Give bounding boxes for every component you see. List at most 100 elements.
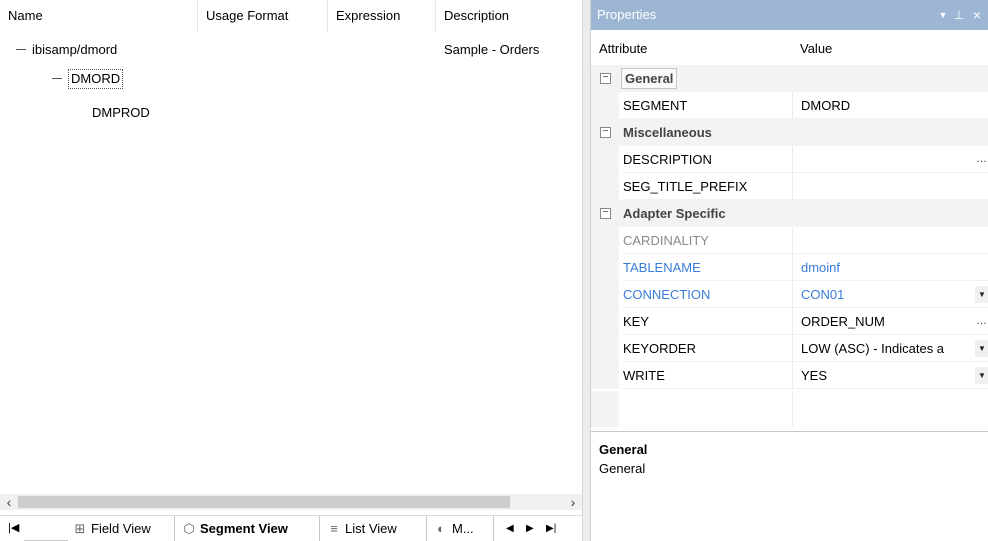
property-row-seg-title-prefix[interactable]: SEG_TITLE_PREFIX — [591, 173, 988, 200]
list-icon: ≡ — [330, 521, 338, 536]
category-adapter-specific[interactable]: − Adapter Specific — [591, 200, 988, 227]
property-value[interactable]: ORDER_NUM … — [792, 308, 988, 335]
column-header-description[interactable]: Description — [436, 0, 582, 32]
property-value[interactable]: dmoinf — [792, 254, 988, 281]
circle-half-icon: ◐ — [437, 521, 445, 536]
category-miscellaneous-label: Miscellaneous — [623, 125, 712, 140]
pane-splitter[interactable] — [582, 0, 590, 541]
category-general[interactable]: − General — [591, 65, 988, 92]
tree-node-segment[interactable]: DMORD — [52, 68, 124, 90]
scroll-right-arrow-icon[interactable]: › — [566, 494, 580, 510]
category-miscellaneous[interactable]: − Miscellaneous — [591, 119, 988, 146]
properties-title-bar: Properties ▼ ⊥ × — [591, 0, 988, 30]
property-value[interactable] — [792, 227, 988, 254]
collapse-icon[interactable]: − — [600, 208, 611, 219]
scrollbar-thumb[interactable] — [18, 496, 510, 508]
property-value[interactable] — [792, 173, 988, 200]
horizontal-scrollbar[interactable]: ‹ › — [0, 494, 582, 510]
hierarchy-icon: ⊞ — [74, 521, 86, 536]
property-row-description[interactable]: DESCRIPTION … — [591, 146, 988, 173]
property-row-write[interactable]: WRITE YES ▼ — [591, 362, 988, 389]
property-row-key[interactable]: KEY ORDER_NUM … — [591, 308, 988, 335]
tree-node-child-label: DMPROD — [92, 105, 150, 120]
dropdown-arrow-icon[interactable]: ▼ — [975, 367, 988, 384]
property-name: SEG_TITLE_PREFIX — [623, 173, 793, 200]
row-gutter — [591, 227, 619, 254]
tab-field-view-label: Field View — [91, 521, 151, 536]
column-header-expression[interactable]: Expression — [328, 0, 436, 32]
view-tab-strip: |◀ ⊞ Field View ⬡ Segment View ≡ List View … — [0, 515, 582, 541]
tab-m-label: M... — [452, 521, 474, 536]
category-general-label: General — [621, 68, 678, 89]
scroll-left-arrow-icon[interactable]: ‹ — [2, 494, 16, 510]
last-tab-icon[interactable]: ▶| — [540, 516, 558, 541]
property-row-segment[interactable]: SEGMENT DMORD — [591, 92, 988, 119]
collapse-dash-icon[interactable] — [52, 78, 62, 80]
tree-node-segment-label: DMORD — [68, 69, 124, 89]
properties-title: Properties — [597, 7, 657, 22]
property-value-text: LOW (ASC) - Indicates a — [801, 341, 945, 356]
collapse-icon[interactable]: − — [600, 127, 611, 138]
tab-field-view[interactable]: ⊞ Field View — [66, 516, 174, 541]
tab-divider — [24, 516, 68, 541]
segment-tree-pane: Name Usage Format Expression Description… — [0, 0, 582, 541]
ellipsis-button[interactable]: … — [976, 308, 987, 334]
property-value-text: ORDER_NUM — [801, 314, 885, 329]
property-row-connection[interactable]: CONNECTION CON01 ▼ — [591, 281, 988, 308]
property-row-tablename[interactable]: TABLENAME dmoinf — [591, 254, 988, 281]
tab-segment-view[interactable]: ⬡ Segment View — [174, 516, 320, 541]
property-value-text: CON01 — [801, 287, 845, 302]
tree-node-root-description: Sample - Orders — [444, 42, 540, 57]
property-value[interactable]: DMORD — [792, 92, 988, 119]
collapse-icon[interactable]: − — [600, 73, 611, 84]
attribute-column-header[interactable]: Attribute — [599, 34, 647, 64]
tree-node-root[interactable]: ibisamp/dmord — [16, 39, 117, 61]
row-gutter — [591, 335, 619, 362]
tree-node-root-label: ibisamp/dmord — [32, 42, 118, 57]
value-column-header[interactable]: Value — [800, 34, 832, 64]
next-tab-icon[interactable]: ▶ — [520, 516, 536, 541]
property-name: KEYORDER — [623, 335, 793, 362]
property-value-text: YES — [801, 368, 828, 383]
property-grid-empty-area — [591, 391, 988, 427]
property-value[interactable]: CON01 ▼ — [792, 281, 988, 308]
ellipsis-button[interactable]: … — [976, 146, 987, 172]
tab-list-view-label: List View — [345, 521, 397, 536]
row-gutter — [591, 391, 619, 427]
column-header-usage-format[interactable]: Usage Format — [198, 0, 328, 32]
property-name: CARDINALITY — [623, 227, 793, 254]
property-name: DESCRIPTION — [623, 146, 793, 173]
collapse-dash-icon[interactable] — [16, 49, 26, 51]
row-gutter — [591, 362, 619, 389]
row-gutter — [591, 281, 619, 308]
dropdown-arrow-icon[interactable]: ▼ — [975, 340, 988, 357]
tab-list-view[interactable]: ≡ List View — [320, 516, 426, 541]
property-name: CONNECTION — [623, 281, 793, 308]
cube-icon: ⬡ — [183, 521, 195, 536]
property-row-keyorder[interactable]: KEYORDER LOW (ASC) - Indicates a ▼ — [591, 335, 988, 362]
property-value[interactable]: … — [792, 146, 988, 173]
property-grid-header: Attribute Value — [591, 34, 988, 64]
row-gutter — [591, 308, 619, 335]
property-description-area: General General — [591, 431, 988, 541]
row-gutter — [591, 173, 619, 200]
property-name: WRITE — [623, 362, 793, 389]
property-name: KEY — [623, 308, 793, 335]
first-tab-icon[interactable]: |◀ — [4, 516, 22, 541]
tab-m[interactable]: ◐ M... — [426, 516, 494, 541]
category-adapter-specific-label: Adapter Specific — [623, 206, 726, 221]
property-description-text: General — [599, 461, 646, 476]
previous-tab-icon[interactable]: ◀ — [500, 516, 516, 541]
dropdown-arrow-icon[interactable]: ▼ — [975, 286, 988, 303]
row-gutter — [591, 254, 619, 281]
property-description-title: General — [599, 442, 648, 457]
column-header-name[interactable]: Name — [0, 0, 198, 32]
property-name: TABLENAME — [623, 254, 793, 281]
property-value[interactable]: LOW (ASC) - Indicates a ▼ — [792, 335, 988, 362]
property-value[interactable]: YES ▼ — [792, 362, 988, 389]
property-row-cardinality[interactable]: CARDINALITY — [591, 227, 988, 254]
tree-node-child[interactable]: DMPROD — [92, 102, 150, 124]
window-position-dropdown-icon[interactable]: ▼ — [935, 0, 951, 30]
close-icon[interactable]: × — [969, 0, 985, 30]
pin-icon[interactable]: ⊥ — [951, 0, 967, 30]
